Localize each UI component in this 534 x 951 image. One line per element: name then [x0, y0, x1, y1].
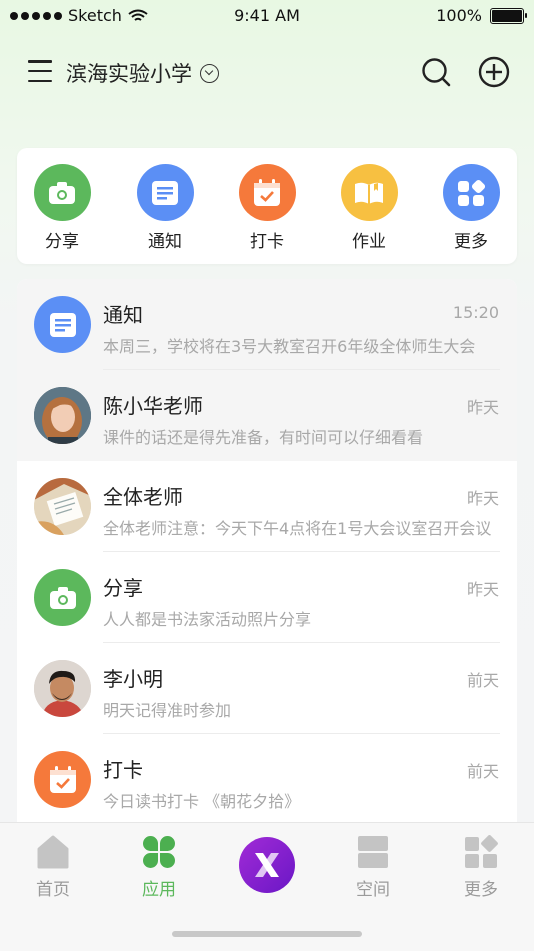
- add-icon[interactable]: [478, 56, 510, 88]
- tab-space[interactable]: 空间: [333, 835, 413, 900]
- grid-icon: [442, 164, 500, 221]
- avatar: [34, 478, 91, 535]
- calendar-check-icon: [34, 751, 91, 808]
- status-right: 100%: [436, 6, 527, 25]
- item-preview: 明天记得准时参加: [103, 701, 232, 720]
- item-preview: 人人都是书法家活动照片分享: [103, 610, 312, 629]
- home-indicator: [172, 931, 362, 937]
- quick-label: 通知: [148, 232, 182, 252]
- search-icon[interactable]: [420, 56, 452, 88]
- item-time: 前天: [466, 671, 499, 690]
- clover-icon: [143, 836, 175, 868]
- tab-label: 应用: [142, 880, 176, 900]
- item-time: 前天: [466, 762, 499, 781]
- item-preview: 课件的话还是得先准备，有时间可以仔细看看: [103, 428, 424, 447]
- camera-icon: [34, 569, 91, 626]
- quick-label: 打卡: [250, 232, 284, 252]
- list-item[interactable]: 分享 昨天 人人都是书法家活动照片分享: [17, 552, 517, 643]
- list-item[interactable]: 通知 15:20 本周三，学校将在3号大教室召开6年级全体师生大会: [17, 279, 517, 370]
- quick-notice[interactable]: 通知: [125, 164, 205, 252]
- list-item[interactable]: 打卡 前天 今日读书打卡 《朝花夕拾》: [17, 734, 517, 825]
- item-time: 昨天: [466, 489, 499, 508]
- school-selector[interactable]: 滨海实验小学: [66, 58, 219, 88]
- message-list: 通知 15:20 本周三，学校将在3号大教室召开6年级全体师生大会 陈小华老师 …: [17, 279, 517, 839]
- status-bar: Sketch 9:41 AM 100%: [0, 0, 534, 34]
- list-item[interactable]: 李小明 前天 明天记得准时参加: [17, 643, 517, 734]
- list-item[interactable]: 陈小华老师 昨天 课件的话还是得先准备，有时间可以仔细看看: [17, 370, 517, 461]
- quick-share[interactable]: 分享: [22, 164, 102, 252]
- calendar-check-icon: [238, 164, 296, 221]
- item-time: 15:20: [452, 303, 499, 322]
- battery-percent: 100%: [436, 6, 482, 25]
- quick-more[interactable]: 更多: [431, 164, 511, 252]
- tab-more[interactable]: 更多: [441, 835, 521, 900]
- avatar: [34, 660, 91, 717]
- tab-apps[interactable]: 应用: [119, 835, 199, 900]
- tab-label: 更多: [464, 880, 498, 900]
- item-title: 全体老师: [103, 485, 183, 509]
- quick-label: 作业: [352, 232, 386, 252]
- home-icon: [37, 835, 69, 869]
- item-title: 通知: [103, 303, 143, 327]
- header: 滨海实验小学: [0, 48, 534, 98]
- item-preview: 今日读书打卡 《朝花夕拾》: [103, 792, 301, 811]
- tab-label: 首页: [36, 880, 70, 900]
- item-title: 陈小华老师: [103, 394, 203, 418]
- book-icon: [340, 164, 398, 221]
- more-grid-icon: [465, 835, 498, 868]
- item-preview: 本周三，学校将在3号大教室召开6年级全体师生大会: [103, 337, 476, 356]
- item-title: 李小明: [103, 667, 163, 691]
- notice-icon: [34, 296, 91, 353]
- item-preview: 全体老师注意：今天下午4点将在1号大会议室召开会议: [103, 519, 492, 538]
- quick-label: 分享: [45, 232, 79, 252]
- item-title: 分享: [103, 576, 143, 600]
- item-title: 打卡: [103, 758, 143, 782]
- list-item[interactable]: 全体老师 昨天 全体老师注意：今天下午4点将在1号大会议室召开会议: [17, 461, 517, 552]
- menu-icon[interactable]: [28, 60, 52, 82]
- item-time: 昨天: [466, 398, 499, 417]
- avatar: [34, 387, 91, 444]
- item-time: 昨天: [466, 580, 499, 599]
- quick-homework[interactable]: 作业: [329, 164, 409, 252]
- tab-home[interactable]: 首页: [13, 835, 93, 900]
- tab-label: 空间: [356, 880, 390, 900]
- quick-checkin[interactable]: 打卡: [227, 164, 307, 252]
- school-name: 滨海实验小学: [66, 62, 192, 86]
- quick-label: 更多: [454, 232, 488, 252]
- space-icon: [358, 836, 388, 868]
- x-logo-icon[interactable]: [239, 837, 295, 893]
- battery-icon: [490, 7, 527, 24]
- quick-actions: 分享 通知 打卡 作业 更多: [17, 148, 517, 264]
- camera-icon: [33, 164, 91, 221]
- chevron-down-icon: [200, 63, 219, 83]
- notice-icon: [136, 164, 194, 221]
- tab-bar: 首页 应用 空间 更多: [0, 822, 534, 951]
